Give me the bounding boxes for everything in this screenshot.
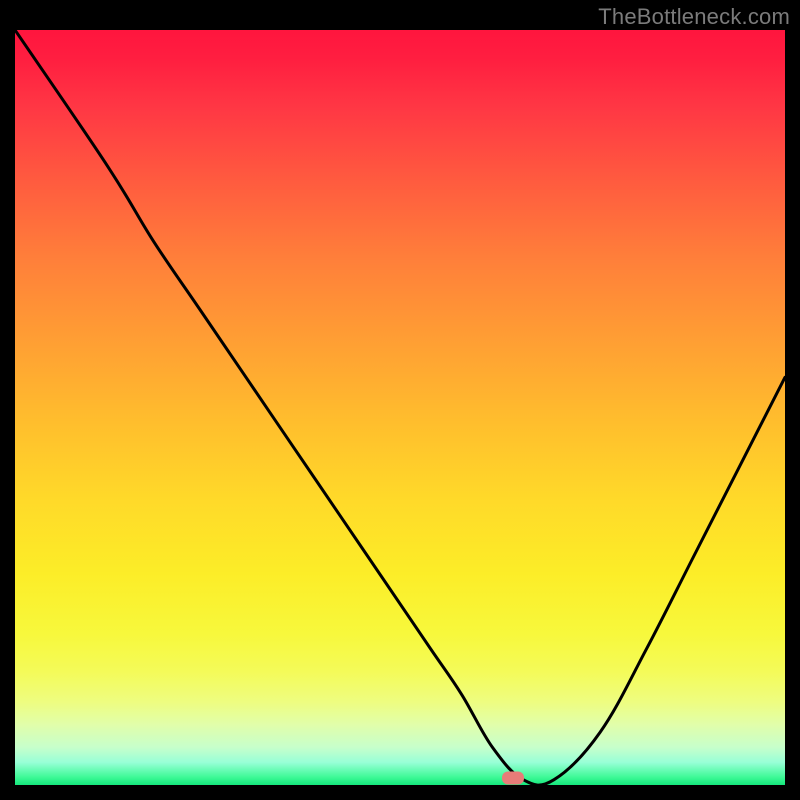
- watermark-text: TheBottleneck.com: [598, 4, 790, 30]
- plot-area: [15, 30, 785, 785]
- bottleneck-curve: [15, 30, 785, 785]
- chart-frame: TheBottleneck.com: [0, 0, 800, 800]
- optimal-point-marker: [502, 772, 524, 785]
